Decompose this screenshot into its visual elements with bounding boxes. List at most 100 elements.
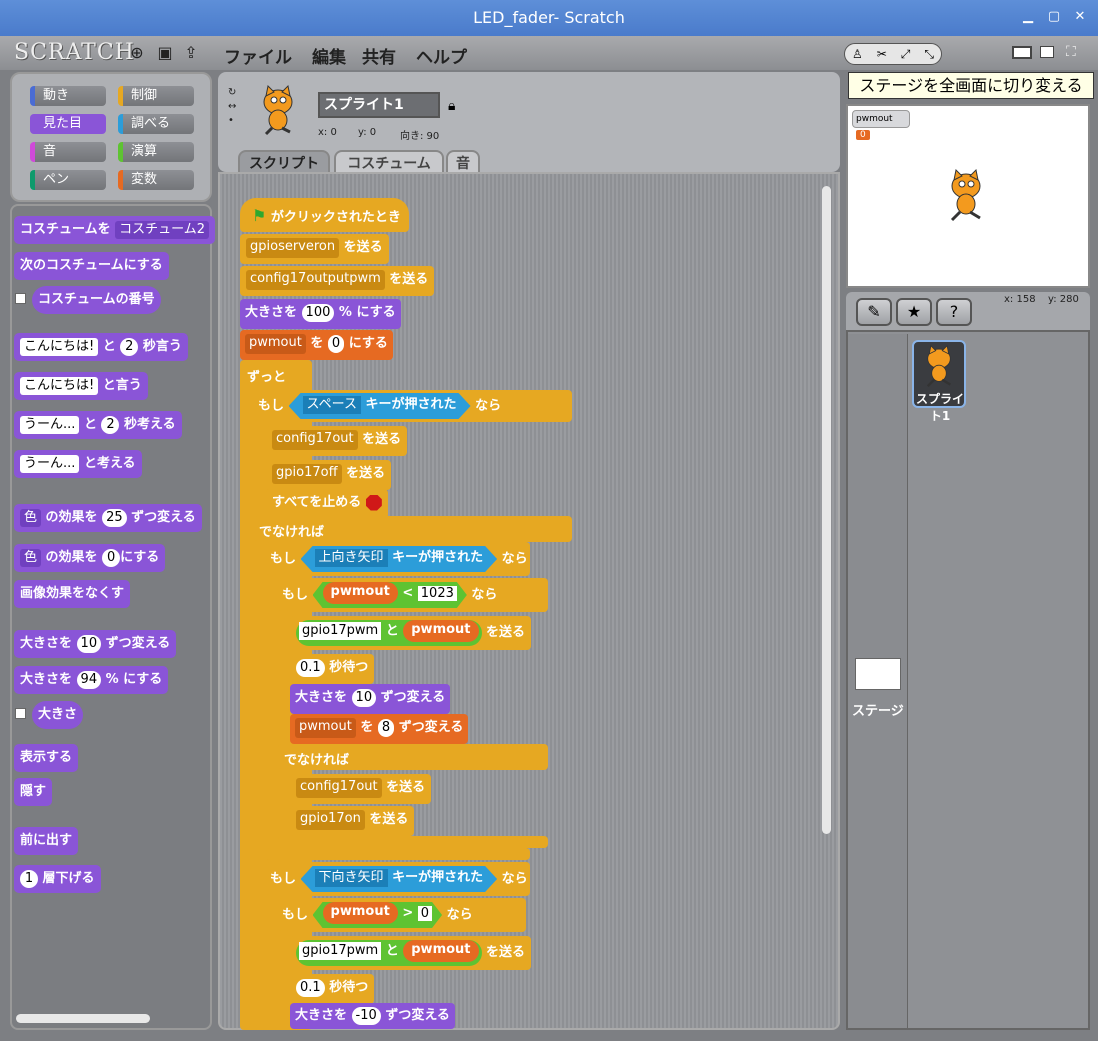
text-input[interactable]: gpio17pwm	[299, 941, 382, 960]
text-input[interactable]: うーん...	[20, 454, 80, 473]
message-dropdown[interactable]: config17out	[296, 777, 382, 798]
category-variables[interactable]: 変数	[118, 170, 194, 190]
number-input[interactable]: 10	[76, 634, 102, 653]
number-input[interactable]: 0	[102, 548, 121, 567]
text-input[interactable]: こんにちは!	[20, 337, 99, 356]
tab-sounds[interactable]: 音	[446, 150, 480, 174]
variable-reporter[interactable]: pwmout	[403, 939, 479, 962]
key-dropdown[interactable]: 下向き矢印	[315, 869, 388, 887]
block-set-variable[interactable]: pwmout を 0 にする	[240, 330, 393, 360]
category-pen[interactable]: ペン	[30, 170, 106, 190]
menu-file[interactable]: ファイル	[224, 43, 292, 68]
block-stop-all[interactable]: すべてを止める	[266, 489, 388, 519]
tab-scripts[interactable]: スクリプト	[238, 150, 330, 174]
stage-sprite-cat-icon[interactable]	[940, 168, 992, 222]
number-input[interactable]: 25	[102, 508, 127, 527]
greater-than-operator[interactable]: pwmout > 0	[313, 902, 443, 928]
category-sensing[interactable]: 調べる	[118, 114, 194, 134]
block-think-for[interactable]: うーん... と 2 秒考える	[14, 411, 182, 439]
effect-dropdown[interactable]: 色	[20, 548, 42, 567]
variable-dropdown[interactable]: pwmout	[245, 333, 306, 354]
paint-new-sprite-icon[interactable]: ✎	[856, 298, 892, 326]
block-say-for[interactable]: こんにちは! と 2 秒言う	[14, 333, 188, 361]
block-broadcast[interactable]: config17out を送る	[266, 426, 408, 456]
block-broadcast[interactable]: gpio17off を送る	[266, 460, 392, 490]
presentation-mode-icon[interactable]: ⛶	[1066, 44, 1076, 60]
number-input[interactable]: 8	[377, 718, 395, 737]
block-change-size[interactable]: 大きさを -10 ずつ変える	[290, 1003, 455, 1029]
variable-reporter[interactable]: pwmout	[323, 902, 398, 924]
close-button[interactable]: ✕	[1072, 9, 1088, 25]
block-change-size[interactable]: 大きさを 10 ずつ変える	[14, 630, 177, 658]
block-show[interactable]: 表示する	[14, 744, 79, 772]
sprite-name-field[interactable]: スプライト1	[318, 92, 440, 118]
block-broadcast[interactable]: config17out を送る	[290, 774, 432, 804]
globe-icon[interactable]: ⊕	[128, 44, 146, 62]
less-than-operator[interactable]: pwmout < 1023	[313, 582, 467, 608]
block-go-front[interactable]: 前に出す	[14, 827, 79, 855]
block-think[interactable]: うーん... と考える	[14, 450, 142, 478]
lock-icon[interactable]: 🔒︎	[448, 98, 455, 114]
block-switch-costume[interactable]: コスチュームを コスチューム2	[14, 216, 216, 244]
variable-monitor[interactable]: pwmout 0	[852, 110, 910, 140]
tab-costumes[interactable]: コスチューム	[334, 150, 444, 174]
number-input[interactable]: 0.1	[296, 978, 325, 997]
minimize-button[interactable]: ▁	[1020, 9, 1036, 25]
block-wait[interactable]: 0.1 秒待つ	[290, 974, 375, 1004]
block-hide[interactable]: 隠す	[14, 778, 53, 806]
message-dropdown[interactable]: config17out	[272, 429, 358, 450]
duplicate-icon[interactable]: ♙	[852, 47, 863, 61]
variable-reporter[interactable]: pwmout	[323, 582, 398, 604]
block-broadcast[interactable]: config17outputpwm を送る	[240, 266, 435, 296]
key-pressed-condition[interactable]: スペース キーが押された	[289, 393, 471, 419]
layout-normal-icon[interactable]	[1012, 46, 1032, 59]
block-broadcast-join[interactable]: gpio17pwm と pwmout を送る	[290, 616, 532, 650]
block-change-effect[interactable]: 色 の効果を 25 ずつ変える	[14, 504, 202, 532]
category-looks[interactable]: 見た目	[30, 114, 106, 134]
number-input[interactable]: 94	[76, 670, 102, 689]
number-input[interactable]: 10	[351, 688, 377, 707]
category-operators[interactable]: 演算	[118, 142, 194, 162]
key-dropdown[interactable]: 上向き矢印	[315, 549, 388, 567]
palette-scrollbar[interactable]	[16, 1014, 150, 1023]
menu-edit[interactable]: 編集	[312, 43, 346, 68]
size-checkbox[interactable]	[15, 708, 26, 719]
block-broadcast-join[interactable]: gpio17pwm と pwmout を送る	[290, 936, 532, 970]
category-sound[interactable]: 音	[30, 142, 106, 162]
block-when-flag-clicked[interactable]: ⚑ がクリックされたとき	[240, 198, 409, 232]
number-input[interactable]: 2	[101, 415, 120, 434]
menu-help[interactable]: ヘルプ	[416, 43, 467, 68]
key-pressed-condition[interactable]: 上向き矢印 キーが押された	[301, 546, 498, 572]
number-input[interactable]: 0	[418, 906, 432, 921]
block-broadcast[interactable]: gpioserveron を送る	[240, 234, 389, 264]
block-dropdown[interactable]: コスチューム2	[115, 220, 210, 239]
block-change-size[interactable]: 大きさを 10 ずつ変える	[290, 684, 451, 714]
join-operator[interactable]: gpio17pwm と pwmout	[296, 939, 482, 966]
rotation-style-icons[interactable]: ↻ ↔ •	[228, 86, 240, 130]
message-dropdown[interactable]: gpio17off	[272, 463, 342, 484]
share-icon[interactable]: ⇪	[182, 44, 200, 62]
join-operator[interactable]: gpio17pwm と pwmout	[296, 619, 482, 646]
variable-dropdown[interactable]: pwmout	[295, 717, 356, 738]
random-sprite-icon[interactable]: ?	[936, 298, 972, 326]
key-dropdown[interactable]: スペース	[303, 396, 361, 414]
layout-small-icon[interactable]	[1040, 46, 1054, 58]
effect-dropdown[interactable]: 色	[20, 508, 42, 527]
block-clear-effects[interactable]: 画像効果をなくす	[14, 580, 131, 608]
text-input[interactable]: gpio17pwm	[299, 621, 382, 640]
block-size-reporter[interactable]: 大きさ	[32, 701, 84, 729]
number-input[interactable]: 0.1	[296, 658, 325, 677]
costume-number-checkbox[interactable]	[15, 293, 26, 304]
text-input[interactable]: こんにちは!	[20, 376, 99, 395]
block-say[interactable]: こんにちは! と言う	[14, 372, 148, 400]
number-input[interactable]: 100	[301, 303, 335, 322]
stage-thumbnail[interactable]	[855, 658, 901, 690]
number-input[interactable]: 1	[20, 869, 38, 888]
grow-icon[interactable]: ⤢	[901, 47, 911, 62]
block-change-variable[interactable]: pwmout を 8 ずつ変える	[290, 714, 469, 744]
category-motion[interactable]: 動き	[30, 86, 106, 106]
maximize-button[interactable]: ▢	[1046, 9, 1062, 25]
block-set-size[interactable]: 大きさを 94 % にする	[14, 666, 169, 694]
delete-icon[interactable]: ✂	[877, 47, 887, 61]
block-costume-number[interactable]: コスチュームの番号	[32, 286, 161, 314]
